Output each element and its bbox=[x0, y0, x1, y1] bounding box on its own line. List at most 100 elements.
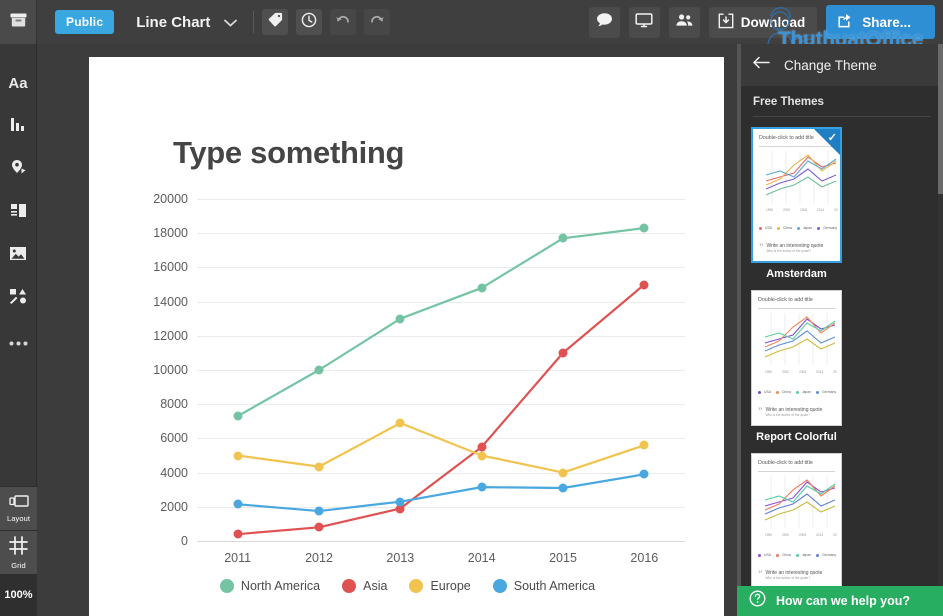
chart-data-point[interactable] bbox=[477, 451, 487, 460]
download-button[interactable]: Download bbox=[708, 6, 818, 38]
theme-thumbnail[interactable]: Double-click to add title 1990 2000 2008 201… bbox=[751, 290, 842, 426]
theme-thumb-legend-label: China bbox=[782, 226, 792, 230]
chart-data-point[interactable] bbox=[395, 314, 405, 324]
chart-data-point[interactable] bbox=[639, 469, 649, 479]
panel-scrollbar[interactable] bbox=[938, 44, 943, 616]
legend-label: Asia bbox=[363, 579, 388, 593]
sidebar-item-more[interactable] bbox=[0, 320, 37, 363]
chart-data-point[interactable] bbox=[233, 451, 243, 460]
chart-legend: North America Asia Europe South America bbox=[119, 579, 709, 593]
theme-thumb-legend-label: USA bbox=[764, 390, 771, 394]
slide-canvas[interactable]: Type something 0 2000 4000 6000 8000 10000 120… bbox=[89, 57, 724, 616]
x-axis-tick-label: 2016 bbox=[630, 551, 659, 565]
legend-label: Europe bbox=[430, 579, 471, 593]
svg-text:2014: 2014 bbox=[817, 208, 824, 212]
chart-data-point[interactable] bbox=[314, 522, 324, 532]
chart-data-point[interactable] bbox=[558, 468, 568, 478]
sidebar-item-map[interactable] bbox=[0, 148, 37, 191]
slide-title[interactable]: Type something bbox=[173, 135, 405, 171]
sidebar-item-layout[interactable] bbox=[0, 191, 37, 234]
grid-icon bbox=[9, 535, 28, 560]
chart-data-point[interactable] bbox=[314, 462, 324, 472]
free-themes-label: Free Themes bbox=[753, 96, 824, 108]
history-button[interactable] bbox=[296, 9, 323, 35]
line-chart[interactable]: 0 2000 4000 6000 8000 10000 12000 14000 16000 180… bbox=[119, 187, 709, 616]
theme-thumb-legend-label: Japan bbox=[801, 390, 812, 394]
sidebar-item-chart[interactable] bbox=[0, 105, 37, 148]
collaborators-button[interactable] bbox=[668, 6, 700, 38]
chart-data-point[interactable] bbox=[233, 411, 243, 421]
theme-thumb-rule bbox=[758, 471, 835, 472]
tag-button[interactable] bbox=[262, 9, 289, 35]
theme-thumb-quote-sub: Who is the author of the quote? bbox=[766, 249, 811, 253]
x-axis-tick-label: 2011 bbox=[224, 551, 252, 565]
chart-data-point[interactable] bbox=[558, 233, 568, 243]
redo-button[interactable] bbox=[364, 9, 391, 35]
theme-thumbnail[interactable]: Double-click to add title 1990 2000 2008 201… bbox=[751, 127, 842, 263]
chart-data-point[interactable] bbox=[233, 529, 243, 539]
document-title[interactable]: Line Chart bbox=[136, 14, 210, 31]
visibility-badge[interactable]: Public bbox=[55, 10, 115, 34]
svg-text:2008: 2008 bbox=[800, 208, 807, 212]
grid-button[interactable]: Grid bbox=[0, 530, 37, 574]
legend-item[interactable]: Europe bbox=[409, 579, 471, 593]
chart-data-point[interactable] bbox=[314, 506, 324, 516]
chart-data-point[interactable] bbox=[639, 440, 649, 450]
chart-plot-area[interactable]: 0 2000 4000 6000 8000 10000 12000 14000 16000 180… bbox=[153, 192, 685, 565]
undo-icon bbox=[335, 13, 351, 32]
sidebar-item-text[interactable]: Aa bbox=[0, 62, 37, 105]
canvas-area[interactable]: Type something 0 2000 4000 6000 8000 10000 120… bbox=[37, 44, 727, 616]
sidebar-item-shapes[interactable] bbox=[0, 277, 37, 320]
x-axis-tick-label: 2015 bbox=[549, 551, 577, 565]
theme-thumb-title: Double-click to add title bbox=[759, 135, 814, 141]
chevron-down-icon[interactable] bbox=[224, 15, 238, 30]
chart-data-point[interactable] bbox=[639, 280, 649, 289]
legend-item[interactable]: South America bbox=[492, 579, 595, 593]
theme-thumb-legend-dot bbox=[817, 226, 821, 230]
chart-data-point[interactable] bbox=[395, 497, 405, 507]
y-axis-tick-label: 8000 bbox=[160, 397, 188, 412]
theme-thumb-legend-dot bbox=[816, 553, 820, 557]
chart-data-point[interactable] bbox=[558, 348, 568, 358]
chart-data-point[interactable] bbox=[558, 483, 568, 493]
comments-button[interactable] bbox=[588, 6, 620, 38]
theme-thumb-rule bbox=[758, 308, 835, 309]
theme-thumb-legend-dot bbox=[841, 391, 842, 394]
y-axis-tick-label: 20000 bbox=[153, 192, 188, 206]
chart-data-point[interactable] bbox=[314, 365, 324, 375]
theme-grid[interactable]: Double-click to add title 1990 2000 2008 201… bbox=[741, 117, 943, 616]
present-button[interactable] bbox=[628, 6, 660, 38]
sidebar-item-image[interactable] bbox=[0, 234, 37, 277]
layout-button[interactable]: Layout bbox=[0, 486, 37, 530]
chart-data-point[interactable] bbox=[639, 223, 649, 233]
chart-data-point[interactable] bbox=[477, 482, 487, 492]
zoom-level-indicator[interactable]: 100% bbox=[0, 574, 37, 616]
theme-thumb-legend-label: Germany bbox=[823, 226, 838, 230]
chart-data-point[interactable] bbox=[233, 499, 243, 509]
chart-data-point[interactable] bbox=[395, 418, 405, 428]
theme-card[interactable]: Double-click to add title 1990 2000 2008 201… bbox=[751, 127, 842, 280]
theme-thumb-legend: USAChinaJapanGermanyFrance bbox=[758, 553, 841, 557]
svg-text:2000: 2000 bbox=[782, 533, 789, 537]
panel-scrollbar-thumb[interactable] bbox=[938, 44, 943, 194]
svg-text:2014: 2014 bbox=[816, 533, 823, 537]
legend-color-dot bbox=[342, 579, 357, 593]
clock-history-icon bbox=[301, 12, 317, 33]
chart-data-point[interactable] bbox=[477, 283, 487, 293]
shapes-icon bbox=[9, 288, 27, 309]
theme-card[interactable]: Double-click to add title 1990 2000 2008 201… bbox=[751, 290, 842, 443]
theme-thumbnail[interactable]: Double-click to add title 1990 2000 2008 201… bbox=[751, 453, 842, 589]
app-logo-button[interactable] bbox=[0, 0, 37, 44]
legend-item[interactable]: Asia bbox=[342, 579, 387, 593]
legend-item[interactable]: North America bbox=[219, 579, 320, 593]
left-tool-rail: Aa Layout Grid 100% bbox=[0, 44, 37, 616]
undo-button[interactable] bbox=[330, 9, 357, 35]
share-button[interactable]: Share... bbox=[826, 5, 935, 39]
theme-thumb-legend-label: USA bbox=[764, 553, 771, 557]
y-axis-tick-label: 6000 bbox=[160, 431, 188, 446]
theme-card[interactable]: Double-click to add title 1990 2000 2008 201… bbox=[751, 453, 842, 606]
text-aa-icon: Aa bbox=[8, 75, 28, 92]
rail-bottom-group: Layout Grid 100% bbox=[0, 486, 37, 616]
back-arrow-icon[interactable] bbox=[753, 56, 770, 74]
help-bar[interactable]: How can we help you? bbox=[737, 586, 943, 616]
